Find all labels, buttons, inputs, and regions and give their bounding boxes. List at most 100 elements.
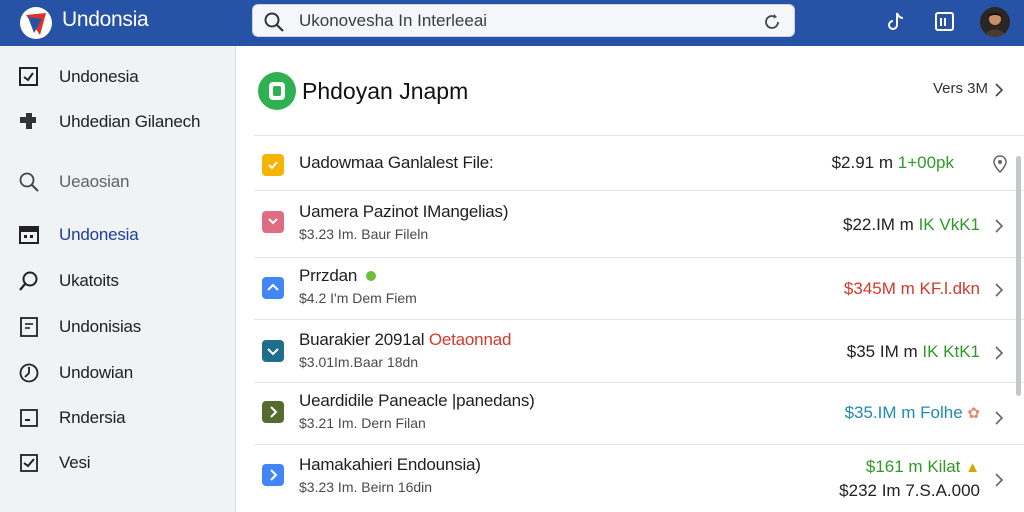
list-item[interactable]: Uamera Pazinot IMangelias) $3.23 Im. Bau…	[254, 191, 1024, 253]
list-item[interactable]: Ueardidile Paneacle |panedans) $3.21 Im.…	[254, 383, 1024, 445]
search-bar[interactable]: Ukonovesha In Interleeai	[252, 4, 795, 37]
price-change: KF.l.dkn	[919, 279, 980, 298]
sidebar-item-label: Undonesia	[59, 225, 139, 244]
app-badge-icon	[262, 340, 284, 362]
price-change: IK VkK1	[918, 215, 980, 234]
list-item[interactable]: Uadowmaa Ganlalest File: $2.91 m 1+00pk	[254, 136, 1024, 198]
item-title-text: Prrzdan	[299, 266, 358, 285]
item-subtitle: $3.21 Im. Dern Filan	[299, 415, 426, 431]
top-bar: Undonsia Ukonovesha In Interleeai	[0, 0, 1024, 46]
item-price: $2.91 m 1+00pk	[832, 153, 954, 173]
app-logo-icon[interactable]	[18, 5, 54, 41]
item-price: $35 IM m IK KtK1	[847, 342, 980, 362]
sidebar-item-undonesia-active[interactable]: Undonesia	[0, 215, 235, 255]
price-value: $232 Im	[839, 481, 901, 500]
page-title: Phdoyan Jnapm	[302, 78, 469, 104]
price-value: $161 m	[865, 457, 923, 476]
sidebar-item-ukatoits[interactable]: Ukatoits	[0, 261, 235, 301]
sidebar-item-undonesia[interactable]: Undonesia	[0, 57, 235, 97]
tiktok-icon[interactable]	[884, 10, 908, 34]
bell-icon: ▲	[965, 459, 980, 476]
price-value: $35.IM m	[844, 403, 916, 422]
views-count[interactable]: Vers 3M	[933, 80, 988, 97]
price-value: $2.91 m	[831, 153, 894, 172]
item-price: $22.IM m IK VkK1	[843, 215, 980, 235]
price-change: 7.S.A.000	[905, 481, 980, 500]
price-value: $35 IM m	[846, 342, 918, 361]
magnifier-icon	[19, 271, 38, 291]
item-title: Uadowmaa Ganlalest File:	[299, 153, 494, 172]
list-item[interactable]: Buarakier 2091al Oetaonnad $3.01Im.Baar …	[254, 320, 1024, 382]
item-title: Ueardidile Paneacle |panedans)	[299, 391, 535, 410]
checkbox-icon	[19, 67, 38, 86]
chevron-right-icon[interactable]	[994, 346, 1004, 360]
refresh-icon[interactable]	[762, 12, 782, 32]
list-item[interactable]: Prrzdan $4.2 I'm Dem Fiem $345M m KF.l.d…	[254, 258, 1024, 320]
calendar-icon	[19, 226, 39, 244]
price-value: $22.IM m	[842, 215, 914, 234]
item-subtitle: $3.01Im.Baar 18dn	[299, 354, 419, 370]
chevron-right-icon[interactable]	[994, 473, 1004, 487]
price-change: 1+00pk	[897, 153, 954, 172]
check-box-icon	[20, 454, 38, 472]
sidebar-item-label: Undonisias	[59, 317, 142, 336]
item-title: Uamera Pazinot IMangelias)	[299, 202, 509, 221]
sidebar-item-rndersia[interactable]: Rndersia	[0, 398, 235, 438]
sidebar-item-label: Undonesia	[59, 67, 139, 86]
item-title: Hamakahieri Endounsia)	[299, 455, 481, 474]
sidebar-item-label: Undowian	[59, 363, 134, 382]
app-badge-icon	[262, 464, 284, 486]
list-item[interactable]: Hamakahieri Endounsia) $3.23 Im. Beirn 1…	[254, 445, 1024, 507]
tag-badge-icon	[262, 211, 284, 233]
search-input[interactable]: Ukonovesha In Interleeai	[299, 11, 487, 31]
item-price: $345M m KF.l.dkn	[844, 279, 980, 299]
app-badge-icon	[262, 277, 284, 299]
item-price: $35.IM m Folhe ✿	[845, 403, 980, 423]
document-icon	[20, 317, 38, 337]
sidebar: Undonesia Uhdedian Gilanech Ueaosian Und…	[0, 46, 236, 512]
item-title: Prrzdan	[299, 266, 376, 286]
item-price: $161 m Kilat ▲	[866, 457, 980, 477]
sidebar-item-label: Uhdedian Gilanech	[59, 112, 201, 131]
sidebar-item-label: Vesi	[59, 453, 91, 472]
price-change: IK KtK1	[922, 342, 980, 361]
price-change: Folhe	[920, 403, 963, 422]
sidebar-item-undonisias[interactable]: Undonisias	[0, 307, 235, 347]
price-value: $345M m	[843, 279, 915, 298]
clock-icon	[19, 363, 39, 383]
flower-icon: ✿	[967, 405, 980, 422]
chevron-right-icon[interactable]	[994, 283, 1004, 297]
chevron-right-icon[interactable]	[994, 83, 1004, 97]
chevron-right-icon[interactable]	[994, 219, 1004, 233]
folder-badge-icon	[262, 154, 284, 176]
scrollbar[interactable]	[1016, 156, 1021, 396]
android-icon	[365, 271, 376, 281]
price-change: Kilat	[927, 457, 961, 476]
avatar[interactable]	[980, 7, 1010, 37]
sidebar-item-vesi[interactable]: Vesi	[0, 443, 235, 483]
pin-icon[interactable]	[992, 155, 1008, 173]
chevron-right-icon[interactable]	[994, 411, 1004, 425]
sidebar-item-uhdedian[interactable]: Uhdedian Gilanech	[0, 102, 235, 142]
page-header: Phdoyan Jnapm Vers 3M	[254, 68, 1024, 116]
app-badge-icon	[262, 401, 284, 423]
main-content: Phdoyan Jnapm Vers 3M Uadowmaa Ganlalest…	[236, 46, 1024, 512]
item-price-secondary: $232 Im 7.S.A.000	[839, 481, 980, 501]
minus-box-icon	[20, 409, 38, 427]
sidebar-item-undowian[interactable]: Undowian	[0, 353, 235, 393]
sidebar-item-ueaosian[interactable]: Ueaosian	[0, 162, 235, 202]
puzzle-icon	[20, 113, 36, 129]
sidebar-item-label: Rndersia	[59, 408, 126, 427]
search-icon	[264, 12, 284, 32]
window-icon[interactable]	[933, 10, 957, 34]
item-title: Buarakier 2091al Oetaonnad	[299, 330, 511, 350]
item-subtitle: $3.23 Im. Baur Fileln	[299, 226, 429, 242]
app-title: Undonsia	[62, 8, 149, 31]
sidebar-item-label: Ukatoits	[59, 271, 119, 290]
item-subtitle: $3.23 Im. Beirn 16din	[299, 479, 433, 495]
item-subtitle: $4.2 I'm Dem Fiem	[299, 290, 417, 306]
search-icon	[19, 172, 39, 192]
item-title-text: Buarakier 2091al	[299, 330, 425, 349]
sidebar-item-label: Ueaosian	[59, 172, 130, 191]
brand-logo-icon	[258, 72, 296, 110]
